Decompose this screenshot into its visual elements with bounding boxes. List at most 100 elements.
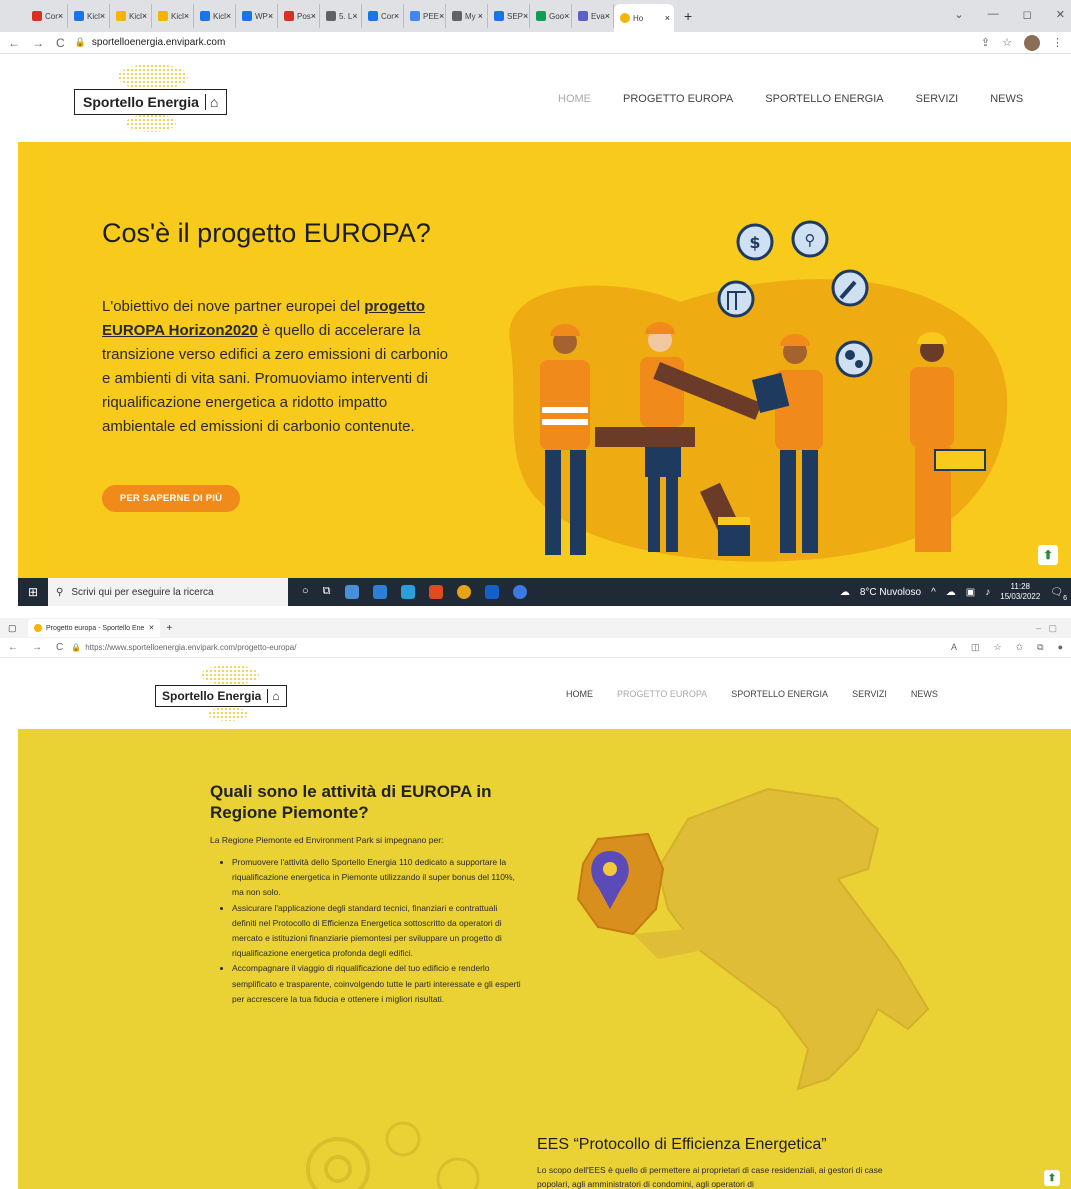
notification-icon[interactable]: 🗨 6 — [1050, 587, 1067, 602]
site-logo[interactable]: Sportello Energia ⌂ — [74, 89, 228, 115]
teams-icon[interactable] — [484, 585, 499, 599]
back-icon[interactable]: ← — [8, 36, 20, 50]
weather-text[interactable]: 8°C Nuvoloso — [860, 587, 921, 598]
close-tab-icon[interactable]: × — [142, 11, 147, 21]
menu-item-progetto-europa[interactable]: PROGETTO EUROPA — [617, 689, 707, 699]
url-field[interactable]: sportelloenergia.envipark.com — [92, 37, 225, 48]
browser-tab[interactable]: Goo × — [530, 4, 572, 28]
close-tab-icon[interactable]: × — [226, 11, 231, 21]
close-tab-icon[interactable]: × — [352, 11, 357, 21]
tab-progetto-europa[interactable]: Progetto europa - Sportello Ene ✕ — [28, 619, 161, 637]
close-tab-icon[interactable]: × — [665, 13, 670, 23]
scroll-to-top-button[interactable]: ⬆ — [1044, 1170, 1060, 1186]
tab-actions-icon[interactable]: ▢ — [8, 623, 17, 634]
browser-tab[interactable]: PEE × — [404, 4, 446, 28]
close-tab-icon[interactable]: × — [564, 11, 569, 21]
close-window-button[interactable]: ✕ — [1056, 8, 1065, 21]
menu-item-news[interactable]: NEWS — [911, 689, 938, 699]
favorite-icon[interactable]: ☆ — [994, 642, 1002, 653]
close-tab-icon[interactable]: × — [523, 11, 528, 21]
network-icon[interactable]: ▣ — [966, 587, 975, 598]
clock[interactable]: 11:28 15/03/2022 — [1000, 582, 1040, 602]
close-tab-icon[interactable]: × — [311, 11, 316, 21]
lock-icon[interactable]: 🔒 — [71, 643, 81, 652]
app-icon[interactable] — [512, 585, 527, 599]
menu-item-sportello-energia[interactable]: SPORTELLO ENERGIA — [731, 689, 828, 699]
menu-item-servizi[interactable]: SERVIZI — [852, 689, 887, 699]
learn-more-button[interactable]: PER SAPERNE DI PIÙ — [102, 485, 240, 512]
mail-icon[interactable] — [400, 585, 415, 599]
office-icon[interactable] — [428, 585, 443, 599]
reload-icon[interactable]: C — [56, 36, 65, 50]
lock-icon[interactable]: 🔒 — [75, 37, 86, 48]
browser-tab[interactable]: Cor × — [362, 4, 404, 28]
windows-start-icon[interactable]: ⊞ — [18, 585, 48, 599]
chevron-down-icon[interactable]: ⌄ — [954, 8, 963, 21]
tab-label: Eva — [591, 11, 605, 21]
close-tab-icon[interactable]: ✕ — [148, 624, 154, 632]
activities-list: Promuovere l'attività dello Sportello En… — [222, 855, 522, 1007]
browser-tab[interactable]: Kicl × — [152, 4, 194, 28]
taskbar-search[interactable]: ⚲ Scrivi qui per eseguire la ricerca — [48, 578, 288, 606]
forward-icon[interactable]: → — [32, 36, 44, 50]
menu-item-home[interactable]: HOME — [558, 93, 591, 105]
minimize-button[interactable]: — — [988, 8, 999, 21]
site-logo[interactable]: Sportello Energia ⌂ — [155, 685, 287, 707]
menu-kebab-icon[interactable]: ⋮ — [1052, 36, 1063, 49]
menu-item-servizi[interactable]: SERVIZI — [916, 93, 959, 105]
read-aloud-icon[interactable]: A — [951, 642, 957, 653]
chrome-icon[interactable] — [456, 585, 471, 599]
menu-item-home[interactable]: HOME — [566, 689, 593, 699]
onedrive-icon[interactable]: ☁ — [946, 587, 956, 598]
menu-item-news[interactable]: NEWS — [990, 93, 1023, 105]
chevron-up-icon[interactable]: ^ — [931, 587, 936, 598]
profile-icon[interactable]: ● — [1058, 642, 1063, 653]
profile-avatar[interactable] — [1024, 34, 1040, 51]
close-tab-icon[interactable]: × — [268, 11, 273, 21]
browser-tab[interactable]: My × — [446, 4, 488, 28]
browser-tab[interactable]: Cor × — [26, 4, 68, 28]
logo-dots — [118, 64, 188, 90]
close-tab-icon[interactable]: × — [100, 11, 105, 21]
scroll-to-top-button[interactable]: ⬆ — [1038, 545, 1058, 565]
close-tab-icon[interactable]: × — [605, 11, 610, 21]
menu-item-sportello-energia[interactable]: SPORTELLO ENERGIA — [765, 93, 883, 105]
cortana-icon[interactable]: ○ — [302, 585, 309, 599]
back-icon[interactable]: ← — [8, 642, 18, 653]
svg-text:⚲: ⚲ — [805, 231, 816, 249]
split-icon[interactable]: ◫ — [971, 642, 980, 653]
maximize-button[interactable]: ◻ — [1023, 8, 1032, 21]
tab-favicon-icon — [410, 11, 420, 21]
browser-tab[interactable]: Eva × — [572, 4, 614, 28]
browser-tab[interactable]: Pos × — [278, 4, 320, 28]
window-controls[interactable]: – ▢ — [1036, 623, 1057, 634]
share-icon[interactable]: ⇪ — [981, 36, 990, 49]
task-view-icon[interactable]: ⧉ — [323, 585, 331, 599]
store-icon[interactable] — [372, 585, 387, 599]
browser-tab[interactable]: SEP × — [488, 4, 530, 28]
new-tab-button[interactable]: + — [166, 623, 172, 634]
browser-tab[interactable]: 5. L × — [320, 4, 362, 28]
close-tab-icon[interactable]: × — [478, 11, 483, 21]
star-icon[interactable]: ☆ — [1002, 36, 1012, 49]
favorites-bar-icon[interactable]: ✩ — [1016, 642, 1024, 653]
browser-tab[interactable]: Kicl × — [194, 4, 236, 28]
reload-icon[interactable]: C — [56, 642, 63, 653]
new-tab-button[interactable]: + — [684, 8, 692, 24]
collections-icon[interactable]: ⧉ — [1037, 642, 1043, 653]
close-tab-icon[interactable]: × — [394, 11, 399, 21]
volume-icon[interactable]: ♪ — [985, 587, 990, 598]
browser-tab[interactable]: Kicl × — [110, 4, 152, 28]
house-icon: ⌂ — [267, 689, 280, 703]
file-explorer-icon[interactable] — [344, 585, 359, 599]
tab-active[interactable]: Ho × — [614, 4, 674, 32]
close-tab-icon[interactable]: × — [439, 11, 444, 21]
browser-tab[interactable]: Kicl × — [68, 4, 110, 28]
url-field[interactable]: https://www.sportelloenergia.envipark.co… — [85, 643, 296, 652]
forward-icon[interactable]: → — [32, 642, 42, 653]
menu-item-progetto-europa[interactable]: PROGETTO EUROPA — [623, 93, 733, 105]
tab-label: WP — [255, 11, 268, 21]
close-tab-icon[interactable]: × — [58, 11, 63, 21]
close-tab-icon[interactable]: × — [184, 11, 189, 21]
browser-tab[interactable]: WP × — [236, 4, 278, 28]
